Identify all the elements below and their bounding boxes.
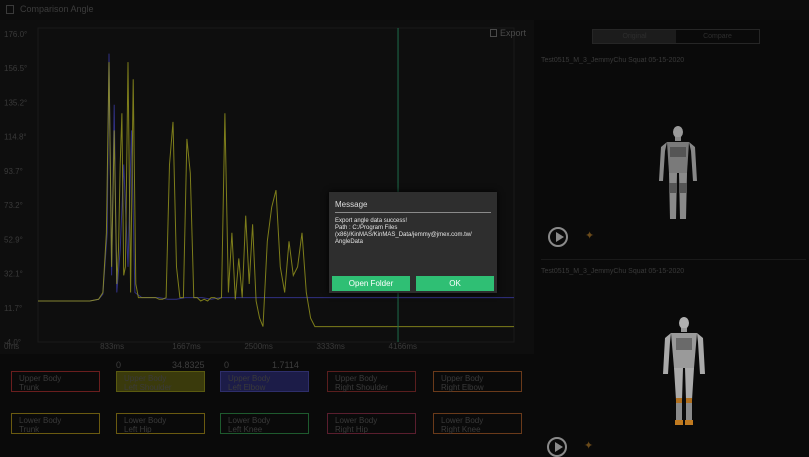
joint-name-label: Left Knee bbox=[228, 425, 263, 434]
skeleton-avatar-1 bbox=[659, 126, 697, 219]
tab-compare[interactable]: Compare bbox=[676, 30, 759, 43]
y-tick-label: 73.2° bbox=[4, 201, 23, 210]
joint-button[interactable]: Lower Body Left Knee bbox=[220, 413, 309, 434]
y-tick-label: 156.5° bbox=[4, 64, 27, 73]
joint-button[interactable]: Lower Body Left Hip bbox=[116, 413, 205, 434]
x-tick-label: 2500ms bbox=[244, 342, 272, 351]
dialog-line: (x86)/KinMAS/KinMAS_Data/jemmy@jmex.com.… bbox=[335, 232, 472, 238]
message-dialog: Message Export angle data success! Path … bbox=[329, 192, 497, 293]
play-button-1[interactable] bbox=[548, 227, 568, 247]
export-label: Export bbox=[500, 28, 527, 38]
app-icon bbox=[6, 5, 14, 14]
ok-button[interactable]: OK bbox=[416, 276, 494, 291]
joint-name-label: Right Knee bbox=[441, 425, 481, 434]
view-tabs: Original Compare bbox=[592, 29, 760, 44]
y-tick-label: 176.0° bbox=[4, 30, 27, 39]
x-tick-label: 1667ms bbox=[172, 342, 200, 351]
joint-group-label: Upper Body bbox=[228, 374, 271, 383]
play-button-2[interactable] bbox=[547, 437, 567, 457]
joint-button[interactable]: Upper Body Left Shoulder bbox=[116, 371, 205, 392]
title-bar: Comparison Angle bbox=[0, 0, 809, 20]
window-title: Comparison Angle bbox=[20, 4, 94, 14]
joint-group-label: Lower Body bbox=[124, 416, 167, 425]
dialog-divider bbox=[335, 212, 491, 213]
joint-name-label: Right Shoulder bbox=[335, 383, 388, 392]
joint-button[interactable]: Upper Body Right Elbow bbox=[433, 371, 522, 392]
joint-name-label: Right Hip bbox=[335, 425, 368, 434]
export-button[interactable]: Export bbox=[490, 28, 526, 38]
record-title-2: Test0515_M_3_JemmyChu Squat 05-15-2020 bbox=[541, 268, 685, 275]
dialog-line: Path : C:/Program Files bbox=[335, 225, 398, 231]
skeleton-avatar-2 bbox=[663, 317, 705, 425]
panel-divider bbox=[541, 259, 806, 260]
joint-group-label: Upper Body bbox=[124, 374, 167, 383]
joint-group-label: Lower Body bbox=[335, 416, 378, 425]
y-tick-label: 11.7° bbox=[4, 304, 22, 313]
joint-button[interactable]: Upper Body Right Shoulder bbox=[327, 371, 416, 392]
dialog-title: Message bbox=[335, 200, 368, 209]
joint-button[interactable]: Upper Body Left Elbow bbox=[220, 371, 309, 392]
joint-group-label: Lower Body bbox=[441, 416, 484, 425]
x-tick-label: 0ms bbox=[4, 342, 19, 351]
joint-group-label: Lower Body bbox=[228, 416, 271, 425]
joint-group-label: Upper Body bbox=[19, 374, 62, 383]
x-tick-label: 3333ms bbox=[316, 342, 344, 351]
y-tick-label: 52.9° bbox=[4, 235, 23, 244]
x-tick-label: 4166ms bbox=[389, 342, 417, 351]
joint-button[interactable]: Upper Body Trunk bbox=[11, 371, 100, 392]
value-readout-4: 1.7114 bbox=[272, 360, 299, 370]
joint-button[interactable]: Lower Body Right Hip bbox=[327, 413, 416, 434]
joint-group-label: Upper Body bbox=[441, 374, 484, 383]
marker-icon-1: ✦ bbox=[585, 230, 595, 242]
joint-name-label: Trunk bbox=[19, 383, 40, 392]
tab-original[interactable]: Original bbox=[593, 30, 676, 43]
dialog-line: AngleData bbox=[335, 239, 364, 245]
x-tick-label: 833ms bbox=[100, 342, 124, 351]
y-tick-label: 114.8° bbox=[4, 133, 27, 142]
joint-name-label: Left Elbow bbox=[228, 383, 266, 392]
joint-name-label: Left Shoulder bbox=[124, 383, 172, 392]
export-icon bbox=[490, 29, 497, 37]
joint-button[interactable]: Lower Body Right Knee bbox=[433, 413, 522, 434]
record-title-1: Test0515_M_3_JemmyChu Squat 05-15-2020 bbox=[541, 57, 685, 64]
joint-name-label: Left Hip bbox=[124, 425, 152, 434]
y-tick-label: 93.7° bbox=[4, 167, 23, 176]
dialog-line: Export angle data success! bbox=[335, 218, 408, 224]
marker-icon-2: ✦ bbox=[584, 440, 594, 452]
joint-group-label: Upper Body bbox=[335, 374, 378, 383]
joint-name-label: Right Elbow bbox=[441, 383, 484, 392]
value-readout-2: 34.8325 bbox=[172, 360, 205, 370]
joint-group-label: Lower Body bbox=[19, 416, 62, 425]
value-readout-3: 0 bbox=[224, 360, 230, 370]
dialog-message: Export angle data success! Path : C:/Pro… bbox=[335, 218, 493, 246]
y-tick-label: 135.2° bbox=[4, 98, 27, 107]
angle-chart: 176.0° 156.5° 135.2° 114.8° 93.7° 73.2° 52.9° 3… bbox=[0, 20, 534, 354]
joint-name-label: Trunk bbox=[19, 425, 40, 434]
open-folder-button[interactable]: Open Folder bbox=[332, 276, 410, 291]
y-tick-label: 32.1° bbox=[4, 270, 23, 279]
value-readout-1: 0 bbox=[116, 360, 122, 370]
joint-button[interactable]: Lower Body Trunk bbox=[11, 413, 100, 434]
